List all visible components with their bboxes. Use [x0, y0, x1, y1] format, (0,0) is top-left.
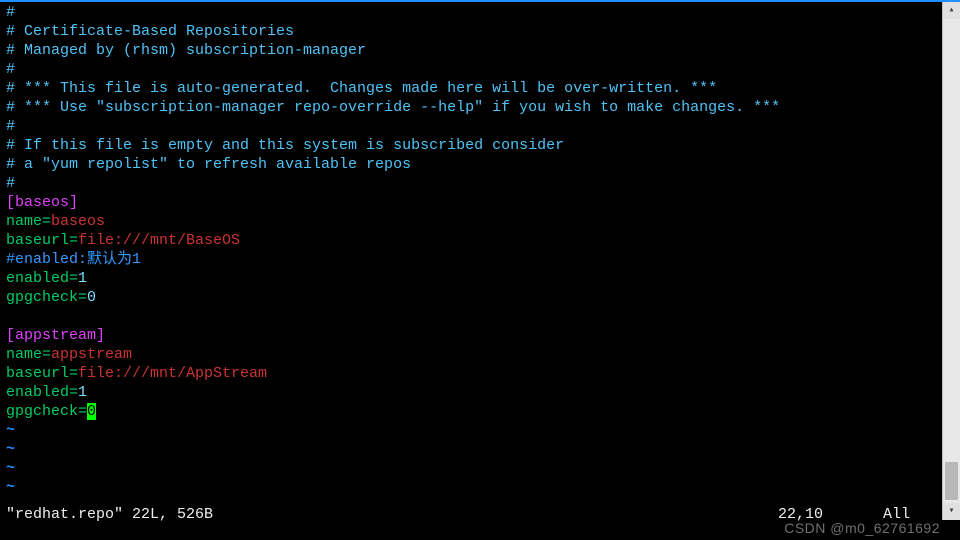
equals-sign: =	[69, 365, 78, 382]
kv-line: name=baseos	[6, 212, 960, 231]
comment-line: #	[6, 3, 960, 22]
comment-line: #	[6, 117, 960, 136]
terminal-window: # # Certificate-Based Repositories # Man…	[0, 0, 960, 540]
equals-sign: =	[78, 403, 87, 420]
vim-status-bar: "redhat.repo" 22L, 526B 22,10 All	[0, 505, 940, 524]
key-enabled: enabled	[6, 384, 69, 401]
tilde-line: ~	[6, 478, 960, 497]
equals-sign: =	[78, 289, 87, 306]
value-baseurl: file:///mnt/BaseOS	[78, 232, 240, 249]
vertical-scrollbar[interactable]: ▴ ▾	[942, 2, 960, 520]
comment-line: # Certificate-Based Repositories	[6, 22, 960, 41]
scroll-down-arrow-icon[interactable]: ▾	[943, 503, 960, 520]
key-name: name	[6, 346, 42, 363]
value-baseurl: file:///mnt/AppStream	[78, 365, 267, 382]
value-name: baseos	[51, 213, 105, 230]
kv-line: enabled=1	[6, 383, 960, 402]
equals-sign: =	[69, 384, 78, 401]
key-baseurl: baseurl	[6, 232, 69, 249]
scroll-thumb[interactable]	[945, 462, 958, 500]
tilde-line: ~	[6, 459, 960, 478]
kv-line: baseurl=file:///mnt/AppStream	[6, 364, 960, 383]
kv-line: baseurl=file:///mnt/BaseOS	[6, 231, 960, 250]
value-name: appstream	[51, 346, 132, 363]
key-baseurl: baseurl	[6, 365, 69, 382]
kv-line: gpgcheck=0	[6, 288, 960, 307]
value-enabled: 1	[78, 384, 87, 401]
kv-line: gpgcheck=0	[6, 402, 960, 421]
key-gpgcheck: gpgcheck	[6, 403, 78, 420]
comment-line: # If this file is empty and this system …	[6, 136, 960, 155]
comment-line: #	[6, 174, 960, 193]
key-enabled: enabled	[6, 270, 69, 287]
key-gpgcheck: gpgcheck	[6, 289, 78, 306]
value-gpgcheck: 0	[87, 289, 96, 306]
section-header-baseos: [baseos]	[6, 193, 960, 212]
comment-line: #	[6, 60, 960, 79]
cursor: 0	[87, 403, 96, 420]
section-header-appstream: [appstream]	[6, 326, 960, 345]
comment-line: # *** This file is auto-generated. Chang…	[6, 79, 960, 98]
status-filename: "redhat.repo" 22L, 526B	[6, 505, 213, 524]
equals-sign: =	[69, 270, 78, 287]
status-cursor-position: 22,10	[778, 505, 823, 524]
blank-line	[6, 307, 960, 326]
tilde-line: ~	[6, 440, 960, 459]
equals-sign: =	[42, 213, 51, 230]
kv-line: name=appstream	[6, 345, 960, 364]
comment-line: # *** Use "subscription-manager repo-ove…	[6, 98, 960, 117]
value-enabled: 1	[78, 270, 87, 287]
kv-line: enabled=1	[6, 269, 960, 288]
scroll-up-arrow-icon[interactable]: ▴	[943, 2, 960, 19]
equals-sign: =	[42, 346, 51, 363]
status-scroll-indicator: All	[883, 505, 910, 524]
comment-line: # Managed by (rhsm) subscription-manager	[6, 41, 960, 60]
tilde-line: ~	[6, 421, 960, 440]
inline-comment: #enabled:默认为1	[6, 250, 960, 269]
editor-viewport[interactable]: # # Certificate-Based Repositories # Man…	[0, 2, 960, 518]
key-name: name	[6, 213, 42, 230]
comment-line: # a "yum repolist" to refresh available …	[6, 155, 960, 174]
equals-sign: =	[69, 232, 78, 249]
